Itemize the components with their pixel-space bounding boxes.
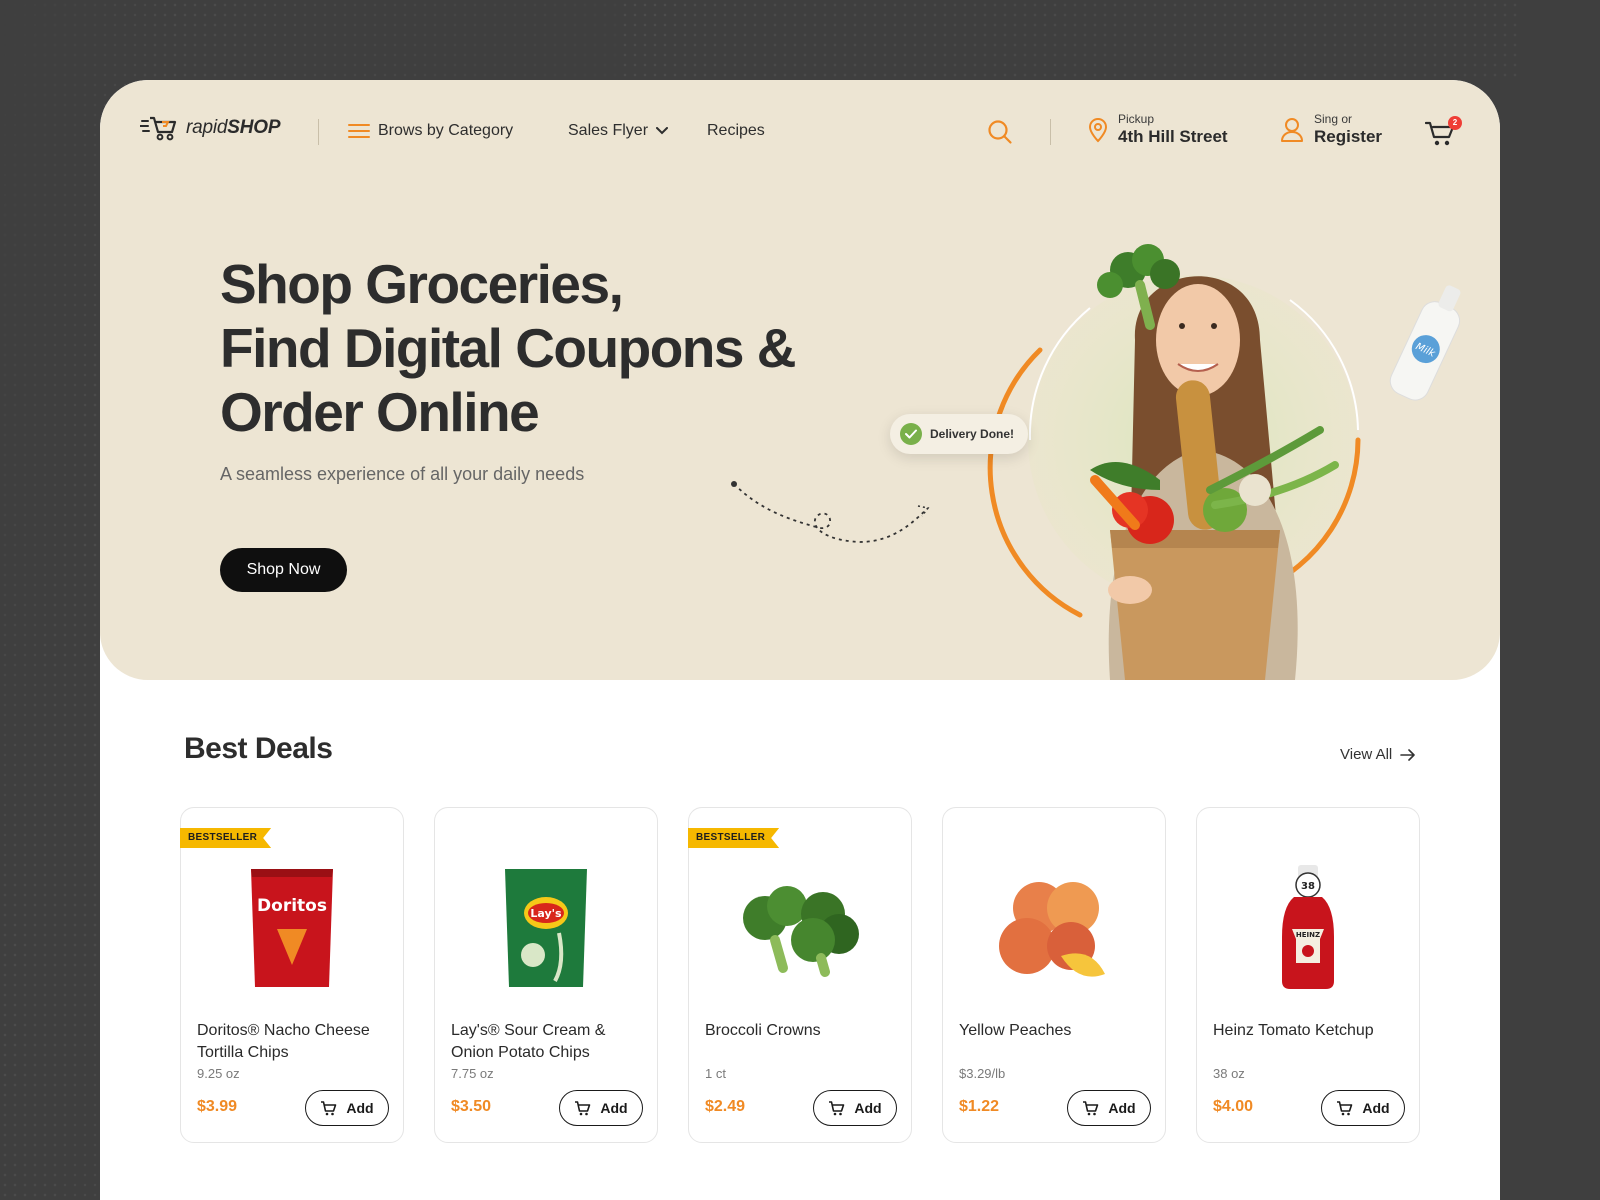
nav-divider [1050, 119, 1051, 145]
add-label: Add [854, 1100, 882, 1116]
nav-divider [318, 119, 319, 145]
product-name: Doritos® Nacho Cheese Tortilla Chips [197, 1022, 370, 1061]
hero-illustration: Milk [987, 244, 1461, 680]
dashed-path-decoration [731, 481, 930, 543]
product-name: Yellow Peaches [959, 1022, 1072, 1039]
recipes-label: Recipes [707, 122, 765, 139]
cart-icon [575, 1101, 591, 1116]
svg-text:38: 38 [1301, 881, 1315, 892]
add-to-cart-button[interactable]: Add [1067, 1090, 1151, 1126]
check-icon [900, 423, 922, 445]
svg-text:Lay's: Lay's [530, 907, 562, 920]
delivery-status-pill: Delivery Done! [890, 414, 1029, 454]
add-label: Add [600, 1100, 628, 1116]
hero-title-line: Find Digital Coupons & [220, 317, 796, 379]
product-card[interactable]: Lay's Lay's® Sour Cream & Onion Potato C… [434, 807, 658, 1143]
product-card[interactable]: Yellow Peaches $3.29/lb $1.22 Add [942, 807, 1166, 1143]
add-to-cart-button[interactable]: Add [559, 1090, 643, 1126]
product-price: $2.49 [705, 1098, 746, 1115]
product-list: BESTSELLER Doritos Doritos® Nacho Cheese… [180, 807, 1420, 1143]
product-card[interactable]: 38 HEINZ Heinz Tomato Ketchup 38 oz $4.0… [1196, 807, 1420, 1143]
svg-text:Doritos: Doritos [257, 896, 327, 916]
search-icon [988, 120, 1012, 144]
arrow-right-icon [1400, 748, 1416, 761]
brand-name: rapidSHOP [186, 117, 281, 138]
product-name: Heinz Tomato Ketchup [1213, 1022, 1374, 1039]
add-to-cart-button[interactable]: Add [305, 1090, 389, 1126]
cart-icon [1337, 1101, 1353, 1116]
hero-title: Shop Groceries, Find Digital Coupons & O… [220, 252, 860, 444]
hero-section: rapidSHOP Brows by Category Sales Flyer … [100, 80, 1500, 680]
recipes-link[interactable]: Recipes [707, 120, 765, 142]
product-size: 9.25 oz [197, 1066, 240, 1081]
product-price: $4.00 [1213, 1098, 1254, 1115]
hamburger-icon [348, 124, 370, 138]
background-dots-top [620, 0, 1520, 80]
add-label: Add [346, 1100, 374, 1116]
view-all-label: View All [1340, 746, 1393, 763]
search-button[interactable] [987, 119, 1013, 150]
top-nav: rapidSHOP Brows by Category Sales Flyer … [100, 80, 1500, 180]
product-card[interactable]: BESTSELLER Doritos Doritos® Nacho Cheese… [180, 807, 404, 1143]
product-size: $3.29/lb [959, 1066, 1006, 1081]
signin-register[interactable]: Sing or Register [1280, 112, 1382, 148]
brand-logo[interactable]: rapidSHOP [140, 114, 280, 142]
browse-category-label: Brows by Category [378, 122, 514, 139]
user-icon [1281, 118, 1303, 142]
chips-bag-red-icon: Doritos [222, 858, 362, 998]
product-price: $3.50 [451, 1098, 492, 1115]
product-price: $1.22 [959, 1098, 1000, 1115]
browse-category-link[interactable]: Brows by Category [348, 120, 513, 142]
product-price: $3.99 [197, 1098, 238, 1115]
delivery-status-label: Delivery Done! [930, 427, 1015, 441]
cart-count-badge: 2 [1448, 116, 1462, 130]
product-size: 38 oz [1213, 1066, 1245, 1081]
product-size: 1 ct [705, 1066, 726, 1081]
ketchup-bottle-icon: 38 HEINZ [1238, 858, 1378, 998]
add-label: Add [1362, 1100, 1390, 1116]
hero-title-line: Shop Groceries, [220, 253, 624, 315]
svg-text:HEINZ: HEINZ [1296, 931, 1320, 939]
peaches-icon [984, 858, 1124, 998]
view-all-link[interactable]: View All [1340, 746, 1416, 763]
account-big-label: Register [1314, 127, 1383, 146]
cart-icon [321, 1101, 337, 1116]
page-card: rapidSHOP Brows by Category Sales Flyer … [100, 80, 1500, 1200]
account-small-label: Sing or [1314, 112, 1353, 126]
broccoli-icon [730, 858, 870, 998]
sales-flyer-label: Sales Flyer [568, 122, 649, 139]
pickup-location[interactable]: Pickup 4th Hill Street [1088, 112, 1228, 148]
cart-logo-icon [140, 116, 177, 141]
cart-button[interactable]: 2 [1424, 116, 1462, 148]
product-name: Lay's® Sour Cream & Onion Potato Chips [451, 1022, 606, 1061]
sales-flyer-dropdown[interactable]: Sales Flyer [568, 120, 669, 142]
add-label: Add [1108, 1100, 1136, 1116]
pickup-location-value: 4th Hill Street [1118, 127, 1228, 146]
product-card[interactable]: BESTSELLER Broccoli Crowns 1 ct $2.49 Ad… [688, 807, 912, 1143]
bestseller-badge: BESTSELLER [688, 828, 779, 848]
chips-bag-green-icon: Lay's [476, 858, 616, 998]
chevron-down-icon [656, 127, 669, 135]
pickup-label: Pickup [1118, 112, 1155, 126]
best-deals-title: Best Deals [184, 732, 333, 765]
cart-icon [1083, 1101, 1099, 1116]
add-to-cart-button[interactable]: Add [813, 1090, 897, 1126]
add-to-cart-button[interactable]: Add [1321, 1090, 1405, 1126]
hero-subtitle: A seamless experience of all your daily … [220, 464, 585, 484]
product-size: 7.75 oz [451, 1066, 494, 1081]
cart-icon [829, 1101, 845, 1116]
product-name: Broccoli Crowns [705, 1022, 821, 1039]
hero-title-line: Order Online [220, 381, 540, 443]
bestseller-badge: BESTSELLER [180, 828, 271, 848]
shop-now-button[interactable]: Shop Now [220, 548, 347, 592]
location-pin-icon [1088, 118, 1108, 143]
